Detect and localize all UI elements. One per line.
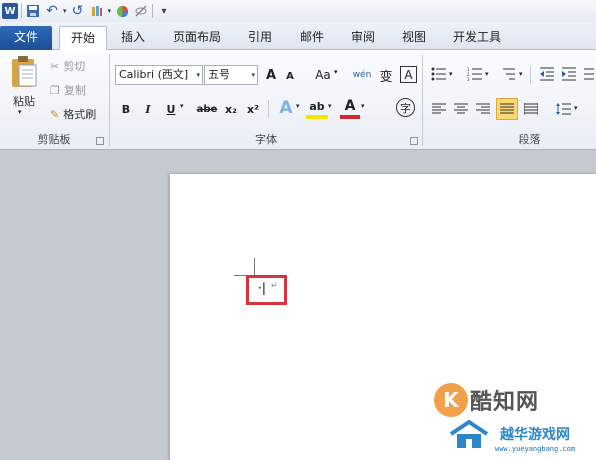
char-border-button[interactable]: A — [400, 66, 417, 83]
align-center-icon[interactable] — [452, 100, 470, 118]
superscript-button[interactable]: x² — [244, 100, 262, 118]
asian-layout-icon[interactable] — [582, 66, 596, 82]
align-left-icon[interactable] — [430, 100, 448, 118]
group-divider — [530, 66, 531, 84]
enclose-char-button[interactable]: 字 — [396, 98, 415, 117]
copy-icon: ❐ — [50, 83, 60, 97]
chevron-down-icon: ▾ — [196, 71, 200, 79]
italic-button[interactable]: I — [140, 100, 156, 118]
clipboard-launcher-icon[interactable] — [96, 137, 104, 145]
paint-icon[interactable] — [89, 3, 105, 19]
paste-button[interactable]: 粘贴 — [6, 93, 42, 109]
clipboard-group-label: 剪贴板 — [37, 133, 71, 146]
cursor-highlight-box — [246, 275, 287, 305]
clear-format-button[interactable]: wén — [352, 64, 372, 86]
grow-font-button[interactable]: A — [262, 66, 280, 84]
highlight-button[interactable]: ab — [306, 97, 328, 119]
copy-label: 复制 — [63, 84, 86, 97]
phonetic-guide-button[interactable]: 变 — [376, 65, 396, 85]
numbering-icon[interactable]: 123 — [466, 66, 484, 82]
line-spacing-icon[interactable] — [554, 100, 572, 118]
cut-button: ✂ 剪切 — [50, 58, 85, 74]
redo-icon[interactable]: ↺ — [70, 3, 86, 19]
undo-icon[interactable]: ↶ — [44, 3, 60, 19]
multilevel-list-icon[interactable] — [500, 66, 518, 82]
chevron-down-icon: ▾ — [251, 71, 255, 79]
shrink-font-button[interactable]: A — [283, 69, 297, 83]
font-color-dropdown-icon[interactable]: ▾ — [361, 102, 365, 110]
font-name-value: Calibri (西文] — [119, 68, 189, 81]
copy-button: ❐ 复制 — [50, 82, 86, 98]
brush-icon: ✎ — [50, 107, 60, 121]
tab-home[interactable]: 开始 — [59, 26, 107, 51]
multilevel-dropdown-icon[interactable]: ▾ — [519, 70, 523, 78]
tab-insert[interactable]: 插入 — [121, 26, 145, 50]
decrease-indent-icon[interactable] — [538, 66, 556, 82]
word-logo-icon[interactable]: W — [2, 3, 18, 19]
numbering-dropdown-icon[interactable]: ▾ — [485, 70, 489, 78]
line-spacing-dropdown-icon[interactable]: ▾ — [574, 104, 578, 112]
paint-dropdown-icon[interactable]: ▾ — [108, 7, 112, 15]
subscript-button[interactable]: x₂ — [222, 100, 240, 118]
tab-references[interactable]: 引用 — [248, 26, 272, 50]
watermark-house-icon — [449, 420, 489, 448]
customize-toolbar-icon[interactable]: ▾ — [156, 3, 172, 19]
increase-indent-icon[interactable] — [560, 66, 578, 82]
font-color-button[interactable]: A — [340, 97, 360, 119]
change-case-dropdown-icon[interactable]: ▾ — [334, 68, 338, 76]
font-size-value: 五号 — [208, 68, 230, 81]
strikethrough-button[interactable]: abe — [196, 100, 218, 118]
cut-label: 剪切 — [63, 60, 86, 73]
tab-developer[interactable]: 开发工具 — [453, 26, 501, 50]
justify-icon[interactable] — [496, 98, 518, 120]
font-name-select[interactable]: Calibri (西文] ▾ — [115, 65, 203, 85]
group-divider — [268, 100, 269, 118]
align-right-icon[interactable] — [474, 100, 492, 118]
color-wheel-icon[interactable] — [114, 3, 130, 19]
watermark-brand: 酷知网 — [470, 390, 540, 415]
font-launcher-icon[interactable] — [410, 137, 418, 145]
quick-access-toolbar: W ↶ ▾ ↺ ▾ ▾ — [0, 0, 596, 22]
document-page[interactable] — [170, 174, 596, 460]
tab-view[interactable]: 视图 — [402, 26, 426, 50]
bullets-dropdown-icon[interactable]: ▾ — [449, 70, 453, 78]
format-painter-button[interactable]: ✎ 格式刷 — [50, 106, 96, 122]
format-painter-label: 格式刷 — [63, 108, 97, 121]
bold-button[interactable]: B — [118, 100, 134, 118]
paste-icon[interactable] — [4, 54, 44, 90]
toolbar-divider — [152, 4, 154, 18]
text-effect-button[interactable]: A — [276, 97, 296, 119]
save-icon[interactable] — [25, 3, 41, 19]
watermark-url: www.yueyangbang.com — [495, 445, 576, 453]
tab-page-layout[interactable]: 页面布局 — [173, 26, 221, 50]
highlight-dropdown-icon[interactable]: ▾ — [328, 102, 332, 110]
tab-file[interactable]: 文件 — [0, 26, 52, 50]
scissors-icon: ✂ — [50, 59, 60, 73]
paragraph-mark: ↵ — [271, 281, 278, 290]
text-effect-dropdown-icon[interactable]: ▾ — [296, 102, 300, 110]
bullets-icon[interactable] — [430, 66, 448, 82]
ribbon-home: 粘贴 ▾ ✂ 剪切 ❐ 复制 ✎ 格式刷 剪贴板 Calibri (西文] ▾ 五号 ▾ … — [0, 50, 596, 150]
underline-button[interactable]: U — [163, 100, 179, 118]
eraser-icon[interactable] — [133, 3, 149, 19]
underline-dropdown-icon[interactable]: ▾ — [180, 102, 184, 110]
watermark-subtitle: 越华游戏网 — [500, 427, 570, 443]
text-cursor[interactable]: ·| — [258, 281, 266, 295]
paste-dropdown-icon[interactable]: ▾ — [18, 108, 22, 116]
paragraph-group-label: 段落 — [518, 133, 541, 146]
distribute-icon[interactable] — [522, 100, 540, 118]
svg-text:3: 3 — [467, 77, 470, 81]
font-group-label: 字体 — [255, 133, 277, 146]
font-size-select[interactable]: 五号 ▾ — [204, 65, 258, 85]
ribbon-tab-bar: 文件 开始 插入 页面布局 引用 邮件 审阅 视图 开发工具 — [0, 22, 596, 51]
tab-mailings[interactable]: 邮件 — [300, 26, 324, 50]
change-case-button[interactable]: Aa — [312, 66, 334, 84]
toolbar-divider — [21, 4, 22, 18]
tab-review[interactable]: 审阅 — [351, 26, 375, 50]
undo-dropdown-icon[interactable]: ▾ — [63, 7, 67, 15]
crop-mark — [254, 258, 255, 276]
watermark-logo: K — [434, 383, 468, 417]
